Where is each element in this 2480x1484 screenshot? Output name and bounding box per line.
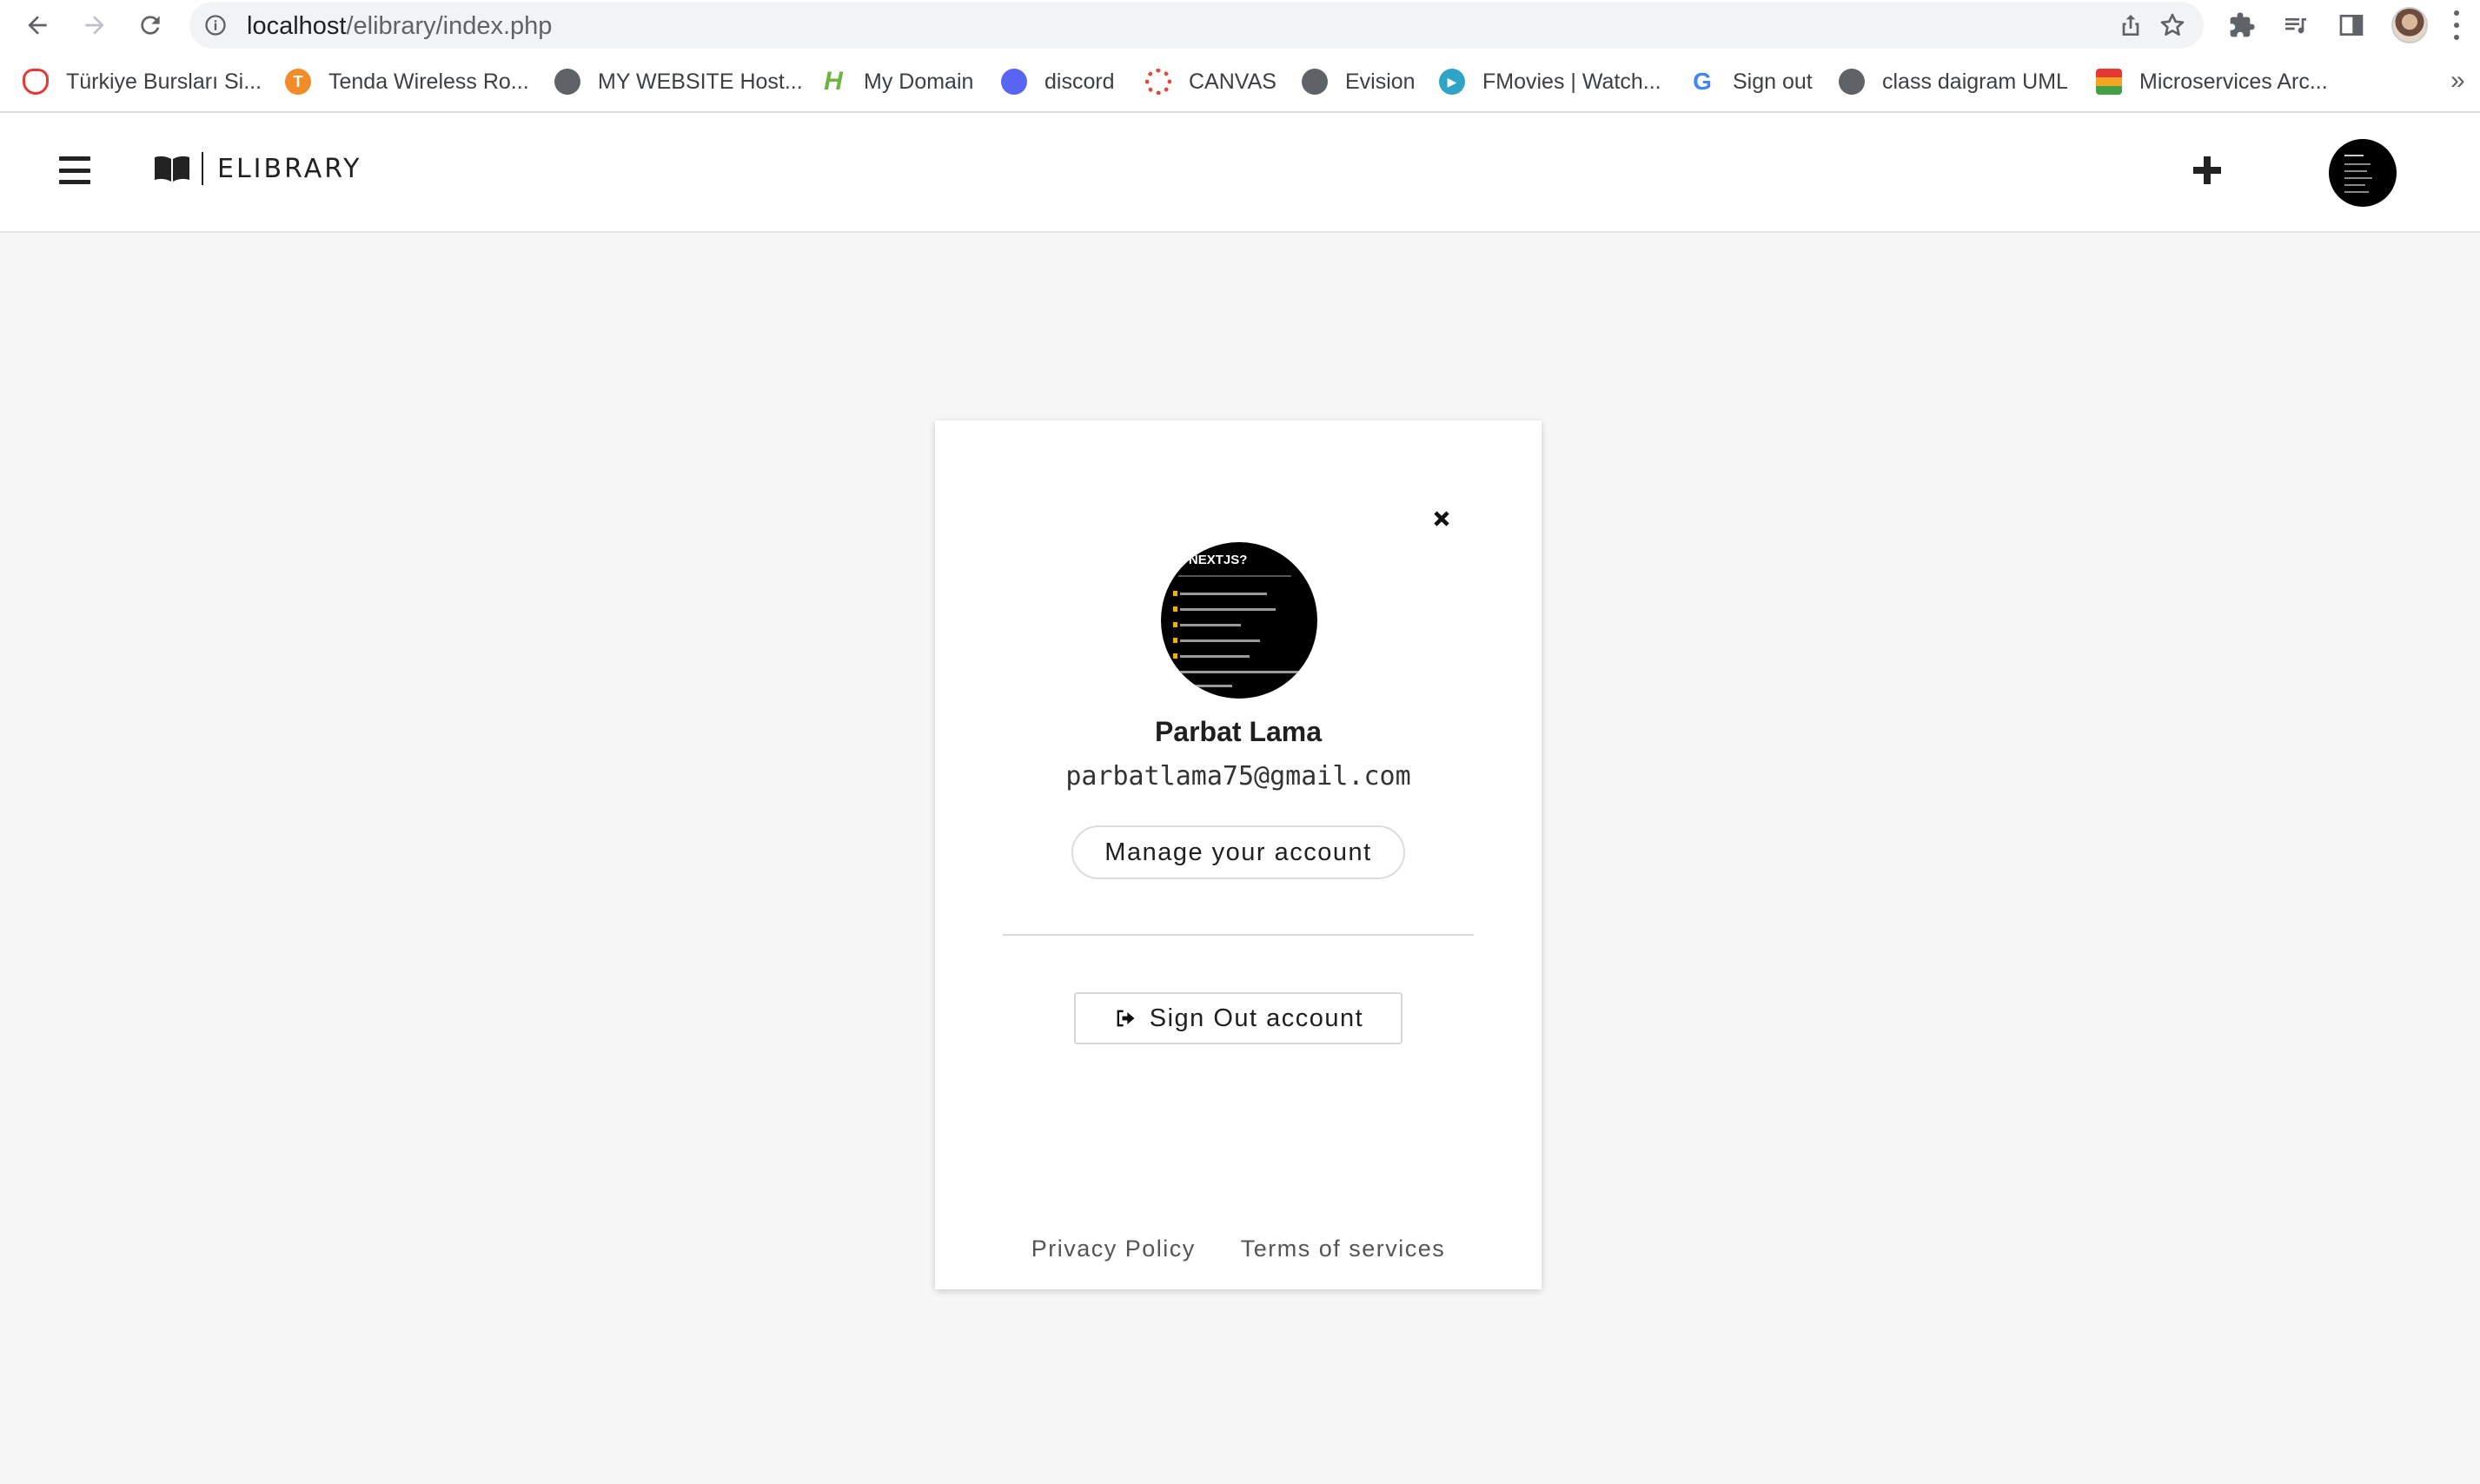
brand-name: ELIBRARY [217,153,362,184]
arrow-left-icon [28,16,47,35]
bookmarks-bar: Türkiye Bursları Si... T Tenda Wireless … [0,50,2480,113]
discord-icon [1001,69,1027,95]
browser-menu-button[interactable] [2450,10,2463,40]
bookmark-label: class daigram UML [1882,69,2068,94]
divider [1003,934,1474,936]
extensions-button[interactable] [2226,10,2258,41]
bookmark-label: My Domain [864,69,974,94]
share-icon[interactable] [2117,11,2145,39]
bookmark-canvas[interactable]: CANVAS [1145,64,1276,99]
footer-links: Privacy Policy Terms of services [935,1236,1542,1262]
bookmark-class-diagram[interactable]: class daigram UML [1839,64,2068,99]
bookmark-label: Microservices Arc... [2139,69,2328,94]
user-email: parbatlama75@gmail.com [1065,761,1411,792]
close-icon [1434,511,1449,527]
bookmark-discord[interactable]: discord [1001,64,1115,99]
manage-account-button[interactable]: Manage your account [1071,825,1405,879]
bookmark-label: Evision [1345,69,1416,94]
globe-icon [1302,69,1328,95]
side-panel-button[interactable] [2336,10,2367,41]
sign-out-label: Sign Out account [1149,1004,1364,1032]
logo-divider [202,152,203,185]
h-logo-icon: H [824,67,843,96]
bookmark-fmovies[interactable]: ▶ FMovies | Watch... [1439,64,1661,99]
bookmark-label: Sign out [1733,69,1813,94]
play-icon: ▶ [1439,69,1465,95]
media-button[interactable] [2280,10,2311,41]
user-avatar-button[interactable] [2329,139,2397,207]
browser-toolbar: localhost/elibrary/index.php [0,0,2480,50]
url-text[interactable]: localhost/elibrary/index.php [247,12,552,41]
bookmark-my-website[interactable]: MY WEBSITE Host... [554,64,803,99]
close-button[interactable] [1427,504,1456,533]
profile-avatar-large: Y NEXTJS? [1161,542,1317,699]
dot-icon [2454,23,2459,28]
add-icon[interactable] [2190,153,2225,188]
more-bookmarks-button[interactable]: » [2450,66,2465,96]
dot-icon [2454,35,2459,40]
bookmark-tenda[interactable]: T Tenda Wireless Ro... [285,64,529,99]
globe-icon [1839,69,1865,95]
forward-button[interactable] [76,7,113,43]
bookmark-my-domain[interactable]: H My Domain [820,64,973,99]
back-button[interactable] [19,7,56,43]
bookmark-evision[interactable]: Evision [1302,64,1416,99]
bookmark-label: MY WEBSITE Host... [598,69,803,94]
avatar-caption: Y NEXTJS? [1177,553,1248,567]
bookmark-label: discord [1044,69,1115,94]
sign-out-icon [1117,1010,1135,1027]
dot-icon [2454,10,2459,16]
address-bar[interactable]: localhost/elibrary/index.php [189,2,2204,49]
turkiye-burslari-icon [23,69,49,95]
bookmark-label: CANVAS [1189,69,1276,94]
playlist-icon [2285,18,2306,34]
reload-icon [141,16,160,35]
open-book-icon [155,156,189,182]
bookmark-microservices[interactable]: Microservices Arc... [2096,64,2328,99]
profile-avatar[interactable] [2391,7,2428,43]
star-icon[interactable] [2158,11,2186,39]
puzzle-icon [2230,12,2255,37]
info-icon[interactable] [203,13,228,37]
globe-icon [554,69,580,95]
url-path: /elibrary/index.php [346,12,553,40]
canvas-icon [1145,69,1171,95]
bookmark-sign-out[interactable]: G Sign out [1689,64,1813,99]
sign-out-button[interactable]: Sign Out account [1074,992,1402,1044]
brand-logo[interactable]: ELIBRARY [153,151,362,186]
menu-icon[interactable] [59,156,90,184]
app-header: ELIBRARY [0,113,2480,233]
tenda-icon: T [285,69,311,95]
bookmark-label: Türkiye Bursları Si... [66,69,262,94]
user-name: Parbat Lama [1154,716,1323,747]
reload-button[interactable] [132,7,169,43]
url-host: localhost [247,12,347,40]
privacy-policy-link[interactable]: Privacy Policy [1031,1236,1196,1262]
google-icon: G [1693,68,1712,95]
bookmark-label: Tenda Wireless Ro... [328,69,529,94]
bookmark-turkiye-burslari[interactable]: Türkiye Bursları Si... [23,64,262,99]
arrow-right-icon [85,16,104,35]
stack-icon [2096,69,2122,95]
side-panel-icon [2339,15,2364,36]
terms-of-service-link[interactable]: Terms of services [1241,1236,1446,1262]
account-popup: Y NEXTJS? Parbat Lama parbatlama75@gmail… [935,421,1542,1289]
bookmark-label: FMovies | Watch... [1482,69,1661,94]
